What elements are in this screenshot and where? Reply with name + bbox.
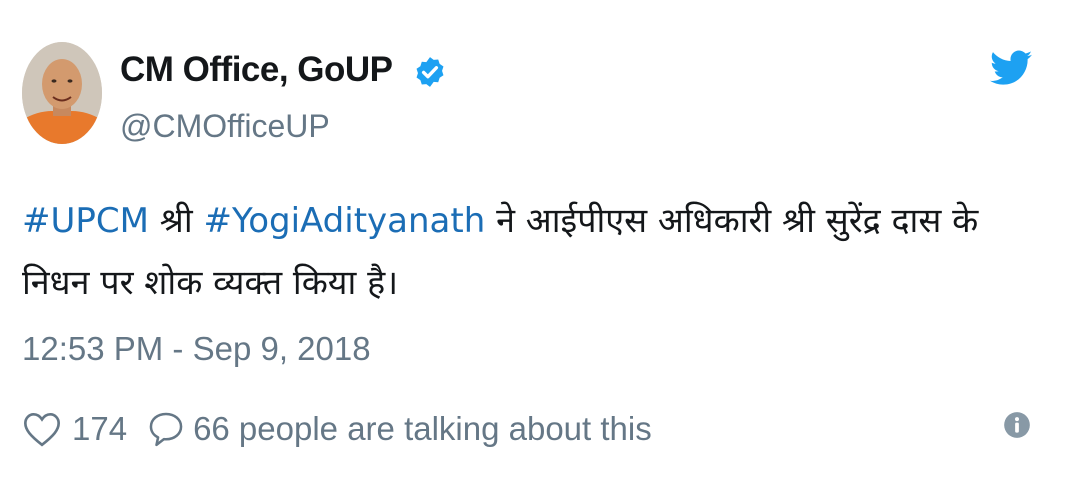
info-icon[interactable] (1003, 411, 1031, 439)
like-count: 174 (72, 410, 128, 447)
verified-badge-icon (416, 57, 444, 87)
tweet-card: CM Office, GoUP @CMOfficeUP #UPCM श्री #… (0, 0, 1070, 480)
hashtag-link[interactable]: #UPCM (22, 201, 149, 241)
twitter-bird-icon[interactable] (990, 50, 1032, 86)
tweet-text-segment: श्री (148, 201, 204, 241)
comment-icon[interactable] (147, 410, 185, 448)
heart-icon[interactable] (22, 410, 62, 448)
talking-count[interactable]: 66 people are talking about this (193, 410, 652, 448)
tweet-timestamp[interactable]: 12:53 PM - Sep 9, 2018 (22, 330, 371, 368)
tweet-text: #UPCM श्री #YogiAdityanath ने आईपीएस अधि… (22, 190, 1032, 314)
hashtag-link[interactable]: #YogiAdityanath (203, 201, 485, 241)
user-handle[interactable]: @CMOfficeUP (120, 108, 330, 145)
tweet-actions: 174 66 people are talking about this (22, 404, 652, 454)
avatar[interactable] (22, 42, 102, 144)
author-name[interactable]: CM Office, GoUP (120, 50, 393, 90)
